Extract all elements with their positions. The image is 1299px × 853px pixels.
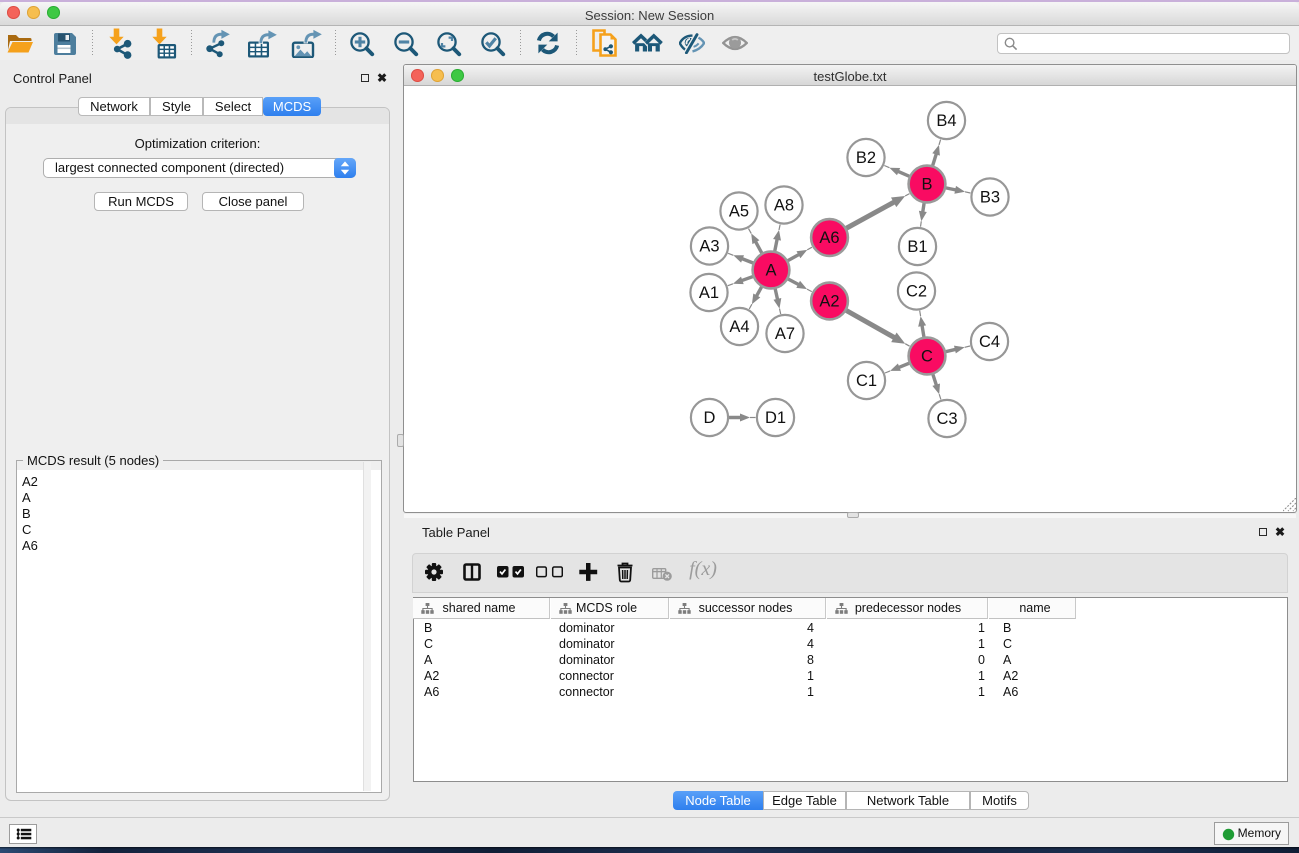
svg-text:A2: A2 [819,293,839,311]
svg-text:B4: B4 [936,112,956,130]
svg-text:A5: A5 [729,203,749,221]
svg-text:C1: C1 [856,372,877,390]
svg-text:C4: C4 [979,333,1000,351]
svg-text:B3: B3 [980,189,1000,207]
svg-text:C: C [921,348,933,366]
svg-text:D1: D1 [765,409,786,427]
svg-text:A1: A1 [699,284,719,302]
svg-text:D: D [704,409,716,427]
svg-text:B1: B1 [907,238,927,256]
svg-text:A8: A8 [774,197,794,215]
svg-text:A4: A4 [729,318,749,336]
svg-text:A7: A7 [775,325,795,343]
svg-text:A6: A6 [819,229,839,247]
svg-text:B: B [921,176,932,194]
svg-text:B2: B2 [856,149,876,167]
svg-text:C3: C3 [936,410,957,428]
svg-text:A3: A3 [699,238,719,256]
svg-text:C2: C2 [906,283,927,301]
svg-text:A: A [765,262,776,280]
